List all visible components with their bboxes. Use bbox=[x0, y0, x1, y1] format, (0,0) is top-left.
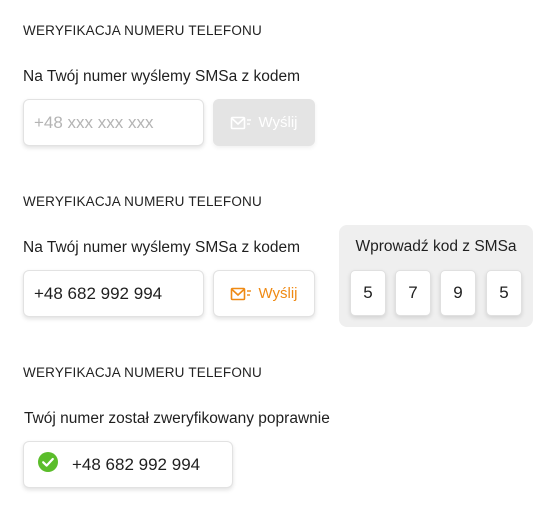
code-digit-input[interactable]: 5 bbox=[486, 270, 522, 316]
section-title: WERYFIKACJA NUMERU TELEFONU bbox=[23, 365, 262, 380]
send-button[interactable]: Wyślij bbox=[213, 270, 315, 317]
code-digit-input[interactable]: 5 bbox=[350, 270, 386, 316]
verified-number-box: +48 682 992 994 bbox=[23, 441, 233, 488]
code-digit-input[interactable]: 9 bbox=[440, 270, 476, 316]
phone-input[interactable]: +48 xxx xxx xxx bbox=[23, 99, 204, 146]
code-entry-panel: Wprowadź kod z SMSa 5 7 9 5 bbox=[339, 225, 533, 327]
check-circle-icon bbox=[38, 452, 58, 477]
sms-send-icon bbox=[230, 115, 252, 131]
section-title: WERYFIKACJA NUMERU TELEFONU bbox=[23, 23, 262, 38]
section-title: WERYFIKACJA NUMERU TELEFONU bbox=[23, 194, 262, 209]
send-button-disabled[interactable]: Wyślij bbox=[213, 99, 315, 146]
section-description: Na Twój numer wyślemy SMSa z kodem bbox=[23, 239, 301, 256]
section-description: Na Twój numer wyślemy SMSa z kodem bbox=[23, 68, 301, 85]
section-description: Twój numer został zweryfikowany poprawni… bbox=[24, 410, 330, 427]
send-button-label: Wyślij bbox=[258, 114, 298, 131]
send-button-label: Wyślij bbox=[258, 285, 298, 302]
code-label: Wprowadź kod z SMSa bbox=[355, 238, 517, 255]
verified-number: +48 682 992 994 bbox=[72, 454, 201, 474]
code-digit-input[interactable]: 7 bbox=[395, 270, 431, 316]
phone-input[interactable]: +48 682 992 994 bbox=[23, 270, 204, 317]
sms-send-icon bbox=[230, 286, 252, 302]
